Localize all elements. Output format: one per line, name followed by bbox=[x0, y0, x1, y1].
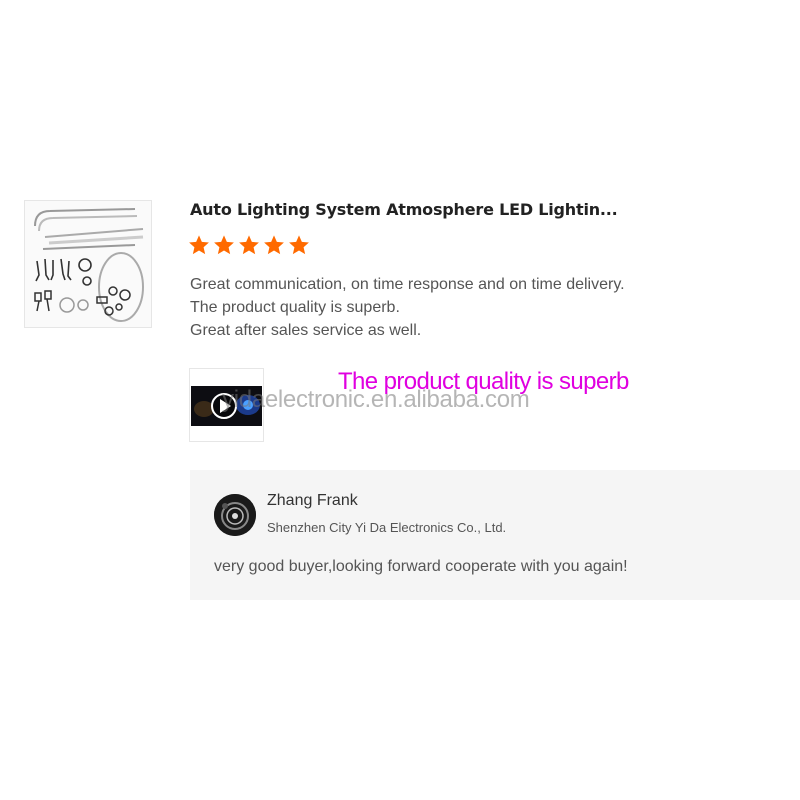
review-line: The product quality is superb. bbox=[190, 299, 400, 316]
star-icon bbox=[189, 235, 209, 255]
seller-name: Zhang Frank bbox=[267, 492, 358, 509]
product-thumbnail[interactable] bbox=[24, 200, 152, 328]
star-icon bbox=[289, 235, 309, 255]
review-text: Great communication, on time response an… bbox=[190, 273, 625, 342]
reply-text: very good buyer,looking forward cooperat… bbox=[214, 558, 628, 575]
led-kit-product-image bbox=[34, 208, 144, 322]
star-icon bbox=[214, 235, 234, 255]
star-icon bbox=[239, 235, 259, 255]
overlay-caption: The product quality is superb bbox=[338, 368, 629, 395]
review-card: Auto Lighting System Atmosphere LED Ligh… bbox=[0, 0, 800, 800]
seller-reply: Zhang Frank Shenzhen City Yi Da Electron… bbox=[190, 470, 800, 600]
avatar bbox=[214, 494, 256, 536]
star-icon bbox=[264, 235, 284, 255]
seller-company: Shenzhen City Yi Da Electronics Co., Ltd… bbox=[267, 520, 507, 535]
review-line: Great communication, on time response an… bbox=[190, 276, 625, 293]
star-rating bbox=[188, 234, 310, 256]
seller-avatar-icon bbox=[214, 494, 256, 536]
product-title[interactable]: Auto Lighting System Atmosphere LED Ligh… bbox=[190, 200, 730, 219]
review-line: Great after sales service as well. bbox=[190, 322, 422, 339]
